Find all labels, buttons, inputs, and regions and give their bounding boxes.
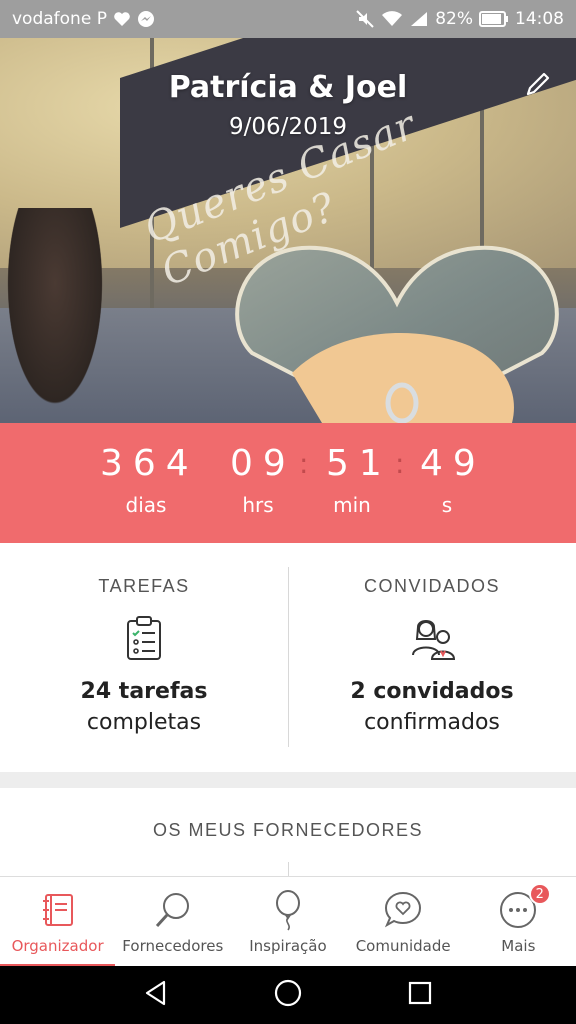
balloon-icon [267, 889, 309, 931]
nav-organizador[interactable]: Organizador [0, 877, 115, 967]
tasks-card[interactable]: TAREFAS 24 tarefas completas [0, 543, 288, 772]
wedding-date: 9/06/2019 [229, 114, 347, 140]
guests-card[interactable]: CONVIDADOS 2 convidados confirmados [288, 543, 576, 772]
divider [288, 862, 289, 876]
couple-names: Patrícia & Joel [168, 70, 408, 105]
clock: 14:08 [515, 9, 564, 29]
back-icon[interactable] [142, 979, 170, 1011]
battery-percent: 82% [435, 9, 473, 29]
guests-icon [410, 615, 456, 661]
planner-icon [37, 889, 79, 931]
providers-title: OS MEUS FORNECEDORES [152, 820, 424, 840]
signal-icon [409, 10, 429, 28]
countdown-separator: : [299, 447, 309, 480]
guests-title: CONVIDADOS [363, 576, 501, 596]
countdown-separator: : [395, 447, 405, 480]
battery-icon [479, 11, 509, 27]
stats-panel: TAREFAS 24 tarefas completas CONVIDADOS [0, 543, 576, 772]
checklist-icon [122, 615, 166, 661]
search-icon [152, 889, 194, 931]
providers-section: OS MEUS FORNECEDORES [0, 788, 576, 876]
edit-button[interactable] [518, 66, 558, 106]
nav-fornecedores[interactable]: Fornecedores [115, 877, 230, 967]
countdown-minutes: 51 [326, 443, 392, 484]
wedding-countdown: 364 09 : 51 : 49 dias hrs min s [0, 423, 576, 543]
nav-comunidade[interactable]: Comunidade [346, 877, 461, 967]
nav-mais[interactable]: 2 Mais [461, 877, 576, 967]
countdown-days: 364 [100, 443, 199, 484]
countdown-seconds-label: s [441, 493, 453, 517]
tasks-subtitle: completas [86, 710, 202, 735]
home-icon[interactable] [273, 978, 303, 1012]
hero-photo: Queres Casar Comigo? Patrícia & Joel 9/0… [0, 38, 576, 423]
heart-ring-photo [235, 245, 559, 423]
guests-subtitle: confirmados [364, 710, 500, 735]
countdown-seconds: 49 [420, 443, 486, 484]
tasks-count: 24 tarefas [80, 679, 208, 704]
nav-label: Mais [501, 937, 536, 955]
nav-label: Comunidade [355, 937, 451, 955]
guests-count: 2 convidados [350, 679, 514, 704]
heart-notification-icon [113, 11, 131, 27]
section-gap [0, 772, 576, 788]
nav-label: Fornecedores [122, 937, 224, 955]
bottom-navigation: Organizador Fornecedores Inspiração Comu… [0, 876, 576, 967]
countdown-minutes-label: min [333, 493, 371, 517]
notification-badge: 2 [528, 883, 551, 905]
wifi-icon [381, 10, 403, 28]
status-bar: vodafone P 82% 14:08 [0, 0, 576, 38]
countdown-hours-label: hrs [242, 493, 274, 517]
nav-label: Inspiração [249, 937, 327, 955]
countdown-hours: 09 [230, 443, 296, 484]
recents-icon[interactable] [406, 979, 434, 1011]
pencil-icon [524, 70, 552, 102]
carrier-label: vodafone P [12, 9, 107, 29]
mute-icon [355, 9, 375, 29]
nav-label: Organizador [11, 937, 104, 955]
system-navigation-bar [0, 966, 576, 1024]
nav-inspiracao[interactable]: Inspiração [230, 877, 345, 967]
chat-heart-icon [382, 889, 424, 931]
tasks-title: TAREFAS [98, 576, 190, 596]
messenger-icon [137, 10, 155, 28]
couple-photo [0, 208, 110, 423]
countdown-days-label: dias [125, 493, 167, 517]
